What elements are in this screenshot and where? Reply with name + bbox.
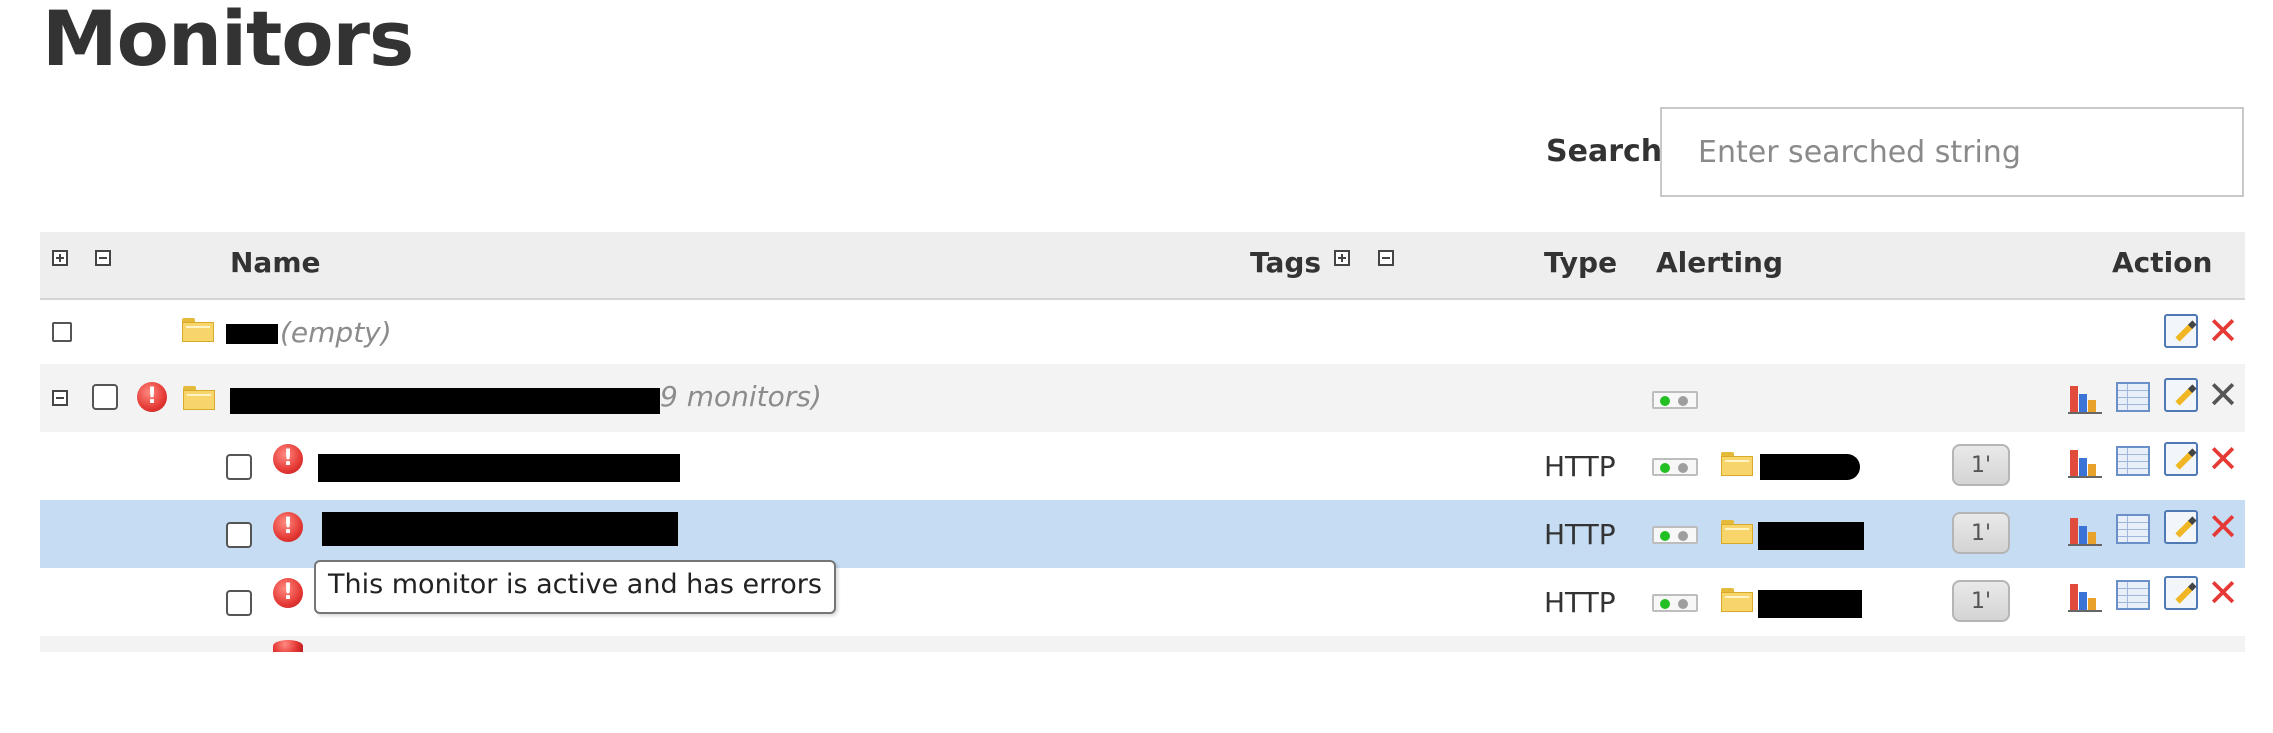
- table-header: Name Tags Type Alerting Action: [40, 232, 2245, 300]
- chart-icon[interactable]: [2068, 380, 2102, 414]
- check-interval-badge[interactable]: 1': [1952, 512, 2010, 554]
- column-header-name[interactable]: Name: [230, 246, 321, 279]
- report-table-icon[interactable]: [2116, 382, 2150, 412]
- redacted-folder-name: [226, 324, 278, 344]
- column-header-alerting[interactable]: Alerting: [1656, 246, 1783, 279]
- column-header-tags[interactable]: Tags: [1250, 246, 1321, 279]
- report-table-icon[interactable]: [2116, 446, 2150, 476]
- collapse-folder-button[interactable]: [52, 390, 68, 406]
- report-table-icon[interactable]: [2116, 514, 2150, 544]
- folder-icon: [1721, 452, 1753, 476]
- alerting-status-indicator[interactable]: [1652, 458, 1698, 476]
- chart-icon[interactable]: [2068, 512, 2102, 546]
- delete-icon[interactable]: ✕: [2206, 508, 2240, 546]
- column-header-type[interactable]: Type: [1544, 246, 1617, 279]
- chart-icon[interactable]: [2068, 578, 2102, 612]
- search-input[interactable]: [1660, 107, 2244, 197]
- expand-all-button[interactable]: [52, 250, 68, 266]
- delete-icon[interactable]: ✕: [2206, 312, 2240, 350]
- alerting-status-indicator[interactable]: [1652, 526, 1698, 544]
- folder-icon: [1721, 520, 1753, 544]
- redacted-folder-name: [230, 388, 660, 414]
- row-checkbox[interactable]: [226, 522, 252, 548]
- folder-status-text: (empty): [280, 316, 392, 349]
- error-status-icon[interactable]: !: [273, 578, 303, 608]
- delete-icon[interactable]: ✕: [2206, 376, 2240, 414]
- edit-icon[interactable]: [2164, 576, 2198, 610]
- monitor-type: HTTP: [1544, 450, 1616, 483]
- row-checkbox[interactable]: [52, 322, 72, 342]
- table-row[interactable]: ! HTTP 1' ✕: [40, 432, 2245, 500]
- error-status-icon: [273, 640, 303, 652]
- table-row[interactable]: ! HTTP 1' ✕: [40, 500, 2245, 568]
- delete-icon[interactable]: ✕: [2206, 574, 2240, 612]
- alerting-status-indicator[interactable]: [1652, 391, 1698, 409]
- error-status-icon[interactable]: !: [273, 512, 303, 542]
- redacted-monitor-name: [322, 512, 678, 546]
- tags-collapse-button[interactable]: [1378, 250, 1394, 266]
- monitor-type: HTTP: [1544, 518, 1616, 551]
- folder-icon: [1721, 588, 1753, 612]
- tags-expand-button[interactable]: [1334, 250, 1350, 266]
- folder-icon: [182, 318, 214, 342]
- report-table-icon[interactable]: [2116, 580, 2150, 610]
- column-header-action: Action: [2112, 246, 2213, 279]
- edit-icon[interactable]: [2164, 378, 2198, 412]
- monitor-type: HTTP: [1544, 586, 1616, 619]
- folder-icon: [183, 386, 215, 410]
- delete-icon[interactable]: ✕: [2206, 440, 2240, 478]
- error-status-icon: !: [137, 382, 167, 412]
- redacted-alert-target: [1758, 590, 1862, 618]
- folder-monitor-count: 9 monitors): [660, 380, 822, 413]
- row-checkbox[interactable]: [226, 590, 252, 616]
- chart-icon[interactable]: [2068, 444, 2102, 478]
- table-row[interactable]: (empty) ✕: [40, 300, 2245, 364]
- collapse-all-button[interactable]: [95, 250, 111, 266]
- page-title: Monitors: [42, 0, 414, 83]
- redacted-monitor-name: [318, 454, 680, 482]
- edit-icon[interactable]: [2164, 442, 2198, 476]
- table-row[interactable]: ! 9 monitors) ✕: [40, 364, 2245, 432]
- row-checkbox[interactable]: [226, 454, 252, 480]
- redacted-alert-target: [1760, 454, 1860, 480]
- status-tooltip: This monitor is active and has errors: [314, 560, 836, 614]
- check-interval-badge[interactable]: 1': [1952, 580, 2010, 622]
- table-row[interactable]: [40, 636, 2245, 652]
- alerting-status-indicator[interactable]: [1652, 594, 1698, 612]
- edit-icon[interactable]: [2164, 510, 2198, 544]
- check-interval-badge[interactable]: 1': [1952, 444, 2010, 486]
- edit-icon[interactable]: [2164, 314, 2198, 348]
- error-status-icon[interactable]: !: [273, 444, 303, 474]
- search-label: Search: [1546, 134, 1663, 169]
- redacted-alert-target: [1758, 522, 1864, 550]
- row-checkbox[interactable]: [92, 384, 118, 410]
